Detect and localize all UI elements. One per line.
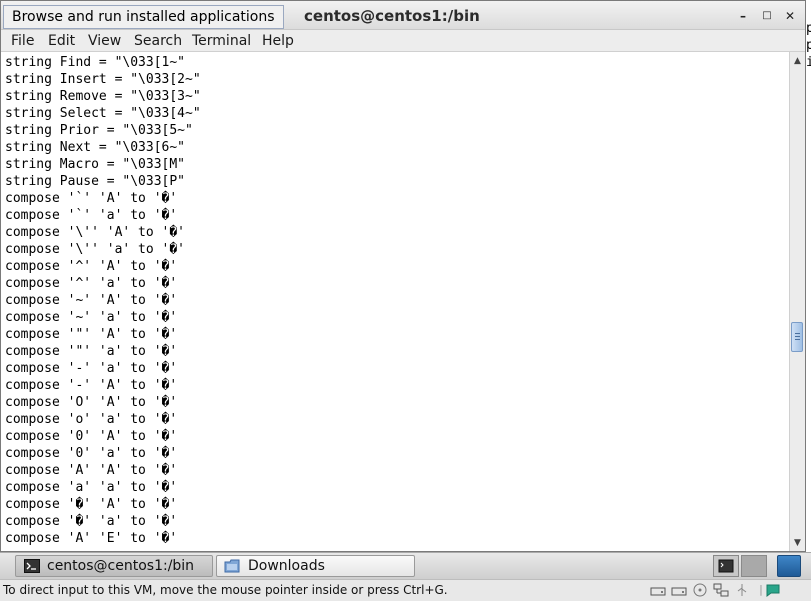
terminal-line: string Next = "\033[6~" xyxy=(5,140,186,155)
terminal-line: string Select = "\033[4~" xyxy=(5,106,201,121)
terminal-line: compose '^' 'A' to '�' xyxy=(5,259,178,274)
terminal-line: compose '"' 'A' to '�' xyxy=(5,327,178,342)
grip-line xyxy=(795,333,800,334)
trash-icon[interactable] xyxy=(777,555,801,577)
vm-status-bar: To direct input to this VM, move the mou… xyxy=(0,579,811,601)
terminal-line: compose 'A' 'A' to '�' xyxy=(5,463,178,478)
terminal-line: string Remove = "\033[3~" xyxy=(5,89,201,104)
minimize-button[interactable]: – xyxy=(734,7,752,25)
terminal-line: compose '\'' 'a' to '�' xyxy=(5,242,186,257)
maximize-button[interactable]: □ xyxy=(758,7,776,25)
vm-icon[interactable] xyxy=(765,583,781,597)
terminal-line: compose '-' 'a' to '�' xyxy=(5,361,178,376)
terminal-line: compose 'a' 'a' to '�' xyxy=(5,480,178,495)
terminal-line: compose '"' 'a' to '�' xyxy=(5,344,178,359)
terminal-line: string Pause = "\033[P" xyxy=(5,174,186,189)
taskbar-item-label: Downloads xyxy=(248,558,325,574)
terminal-line: compose '~' 'a' to '�' xyxy=(5,310,178,325)
edge-char: p xyxy=(806,21,811,36)
taskbar: centos@centos1:/bin Downloads xyxy=(0,552,811,579)
network-icon[interactable] xyxy=(713,583,729,597)
terminal-line: compose '\'' 'A' to '�' xyxy=(5,225,186,240)
terminal-line: string Macro = "\033[M" xyxy=(5,157,186,172)
scroll-up-icon[interactable]: ▲ xyxy=(790,54,805,68)
cdrom-icon[interactable] xyxy=(692,583,708,597)
edge-char: p xyxy=(806,38,811,53)
usb-icon[interactable] xyxy=(734,583,750,597)
folder-icon xyxy=(224,559,240,573)
terminal-output[interactable]: string Find = "\033[1~" string Insert = "… xyxy=(1,52,789,551)
terminal-line: compose '^' 'a' to '�' xyxy=(5,276,178,291)
vm-status-message: To direct input to this VM, move the mou… xyxy=(3,583,448,597)
terminal-line: compose 'O' 'A' to '�' xyxy=(5,395,178,410)
terminal-line: compose 'A' 'E' to '�' xyxy=(5,531,178,546)
grip-line xyxy=(795,339,800,340)
terminal-line: string Prior = "\033[5~" xyxy=(5,123,193,138)
applications-tooltip: Browse and run installed applications xyxy=(3,5,284,29)
terminal-window: Browse and run installed applications ce… xyxy=(0,0,806,552)
menu-help[interactable]: Help xyxy=(262,30,294,52)
scroll-down-icon[interactable]: ▼ xyxy=(790,536,805,550)
terminal-line: string Find = "\033[1~" xyxy=(5,55,186,70)
menu-file[interactable]: File xyxy=(11,30,34,52)
title-bar[interactable]: Browse and run installed applications ce… xyxy=(1,1,805,30)
terminal-line: compose 'o' 'a' to '�' xyxy=(5,412,178,427)
terminal-line: string Insert = "\033[2~" xyxy=(5,72,201,87)
terminal-icon xyxy=(718,559,734,573)
terminal-line: compose '0' 'a' to '�' xyxy=(5,446,178,461)
terminal-icon xyxy=(24,559,40,573)
menu-edit[interactable]: Edit xyxy=(48,30,75,52)
window-title: centos@centos1:/bin xyxy=(304,7,480,25)
hdd-icon[interactable] xyxy=(671,583,687,597)
menu-search[interactable]: Search xyxy=(134,30,182,52)
terminal-line: compose '�' 'a' to '�' xyxy=(5,514,178,529)
grip-line xyxy=(795,336,800,337)
vertical-scrollbar[interactable]: ▲ ▼ xyxy=(789,52,805,551)
menu-terminal[interactable]: Terminal xyxy=(192,30,251,52)
terminal-line: compose '~' 'A' to '�' xyxy=(5,293,178,308)
close-button[interactable]: ✕ xyxy=(781,7,799,25)
terminal-line: compose '�' 'A' to '�' xyxy=(5,497,178,512)
workspace-switcher-inactive[interactable] xyxy=(741,555,767,577)
workspace-switcher-active[interactable] xyxy=(713,555,739,577)
scrollbar-thumb[interactable] xyxy=(791,322,803,352)
taskbar-item-downloads[interactable]: Downloads xyxy=(216,555,415,577)
edge-char: i xyxy=(806,55,811,70)
terminal-line: compose '`' 'a' to '�' xyxy=(5,208,178,223)
taskbar-item-terminal[interactable]: centos@centos1:/bin xyxy=(15,555,213,577)
taskbar-item-label: centos@centos1:/bin xyxy=(47,558,195,574)
terminal-line: compose '`' 'A' to '�' xyxy=(5,191,178,206)
hdd-icon[interactable] xyxy=(650,583,666,597)
terminal-line: compose '0' 'A' to '�' xyxy=(5,429,178,444)
terminal-line: compose '-' 'A' to '�' xyxy=(5,378,178,393)
menu-view[interactable]: View xyxy=(88,30,121,52)
menu-bar: File Edit View Search Terminal Help xyxy=(1,30,805,52)
background-window-edge: p p i xyxy=(806,0,811,552)
